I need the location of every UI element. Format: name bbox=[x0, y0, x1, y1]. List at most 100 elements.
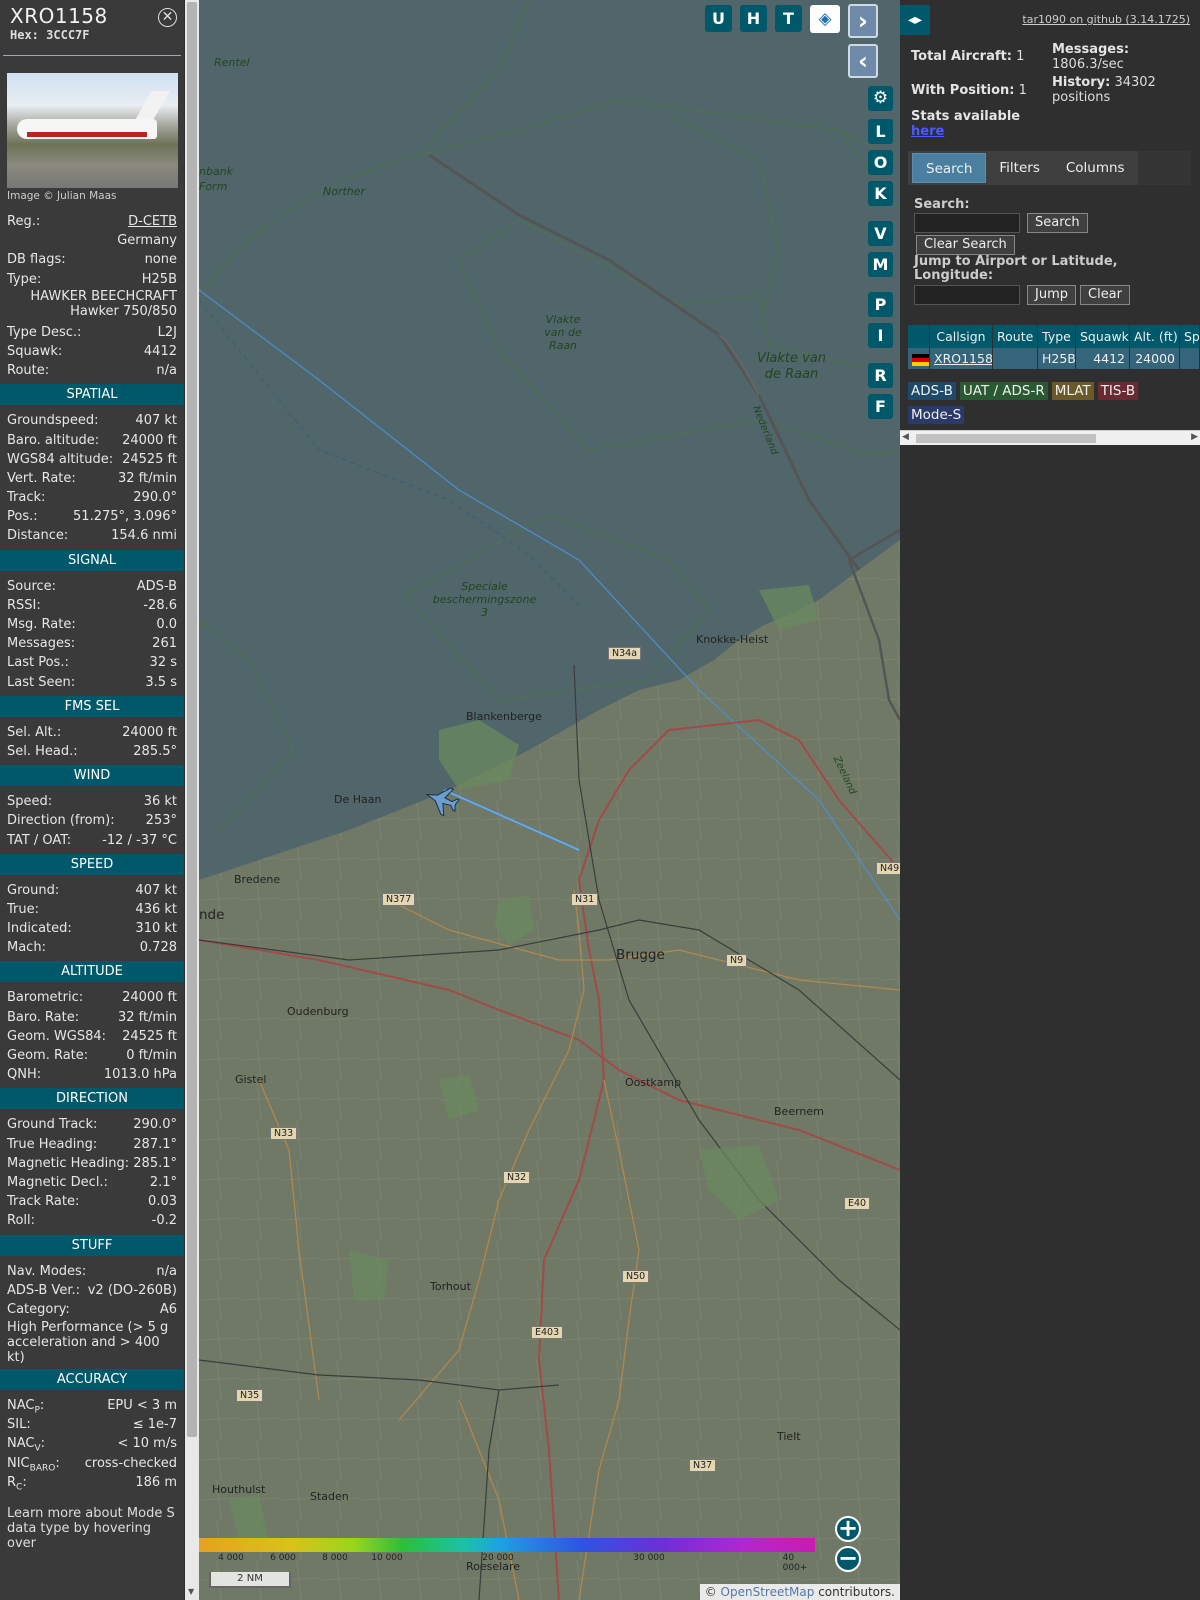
info-row: Type: H25B bbox=[0, 270, 184, 289]
section-fms-sel: FMS SEL bbox=[0, 695, 184, 717]
stats-here-link[interactable]: here bbox=[911, 124, 944, 139]
map-button-i[interactable]: I bbox=[868, 323, 893, 348]
row-value: 290.0° bbox=[133, 490, 177, 506]
sidebar-scrollbar[interactable]: ▼ bbox=[185, 0, 199, 1600]
detail-row: Magnetic Heading: 285.1° bbox=[0, 1154, 184, 1173]
row-value: 2.1° bbox=[149, 1174, 177, 1190]
row-value: n/a bbox=[156, 363, 177, 379]
search-input[interactable] bbox=[914, 213, 1020, 233]
map-button-r[interactable]: R bbox=[868, 363, 893, 388]
expand-right-icon[interactable]: › bbox=[848, 4, 878, 38]
table-horizontal-scrollbar[interactable]: ◀ ▶ bbox=[900, 430, 1200, 445]
section-wind: WIND bbox=[0, 765, 184, 787]
row-value: ≤ 1e-7 bbox=[132, 1417, 177, 1433]
jump-button[interactable]: Jump bbox=[1027, 285, 1076, 305]
collapse-left-icon[interactable]: ‹ bbox=[848, 44, 878, 78]
map-view[interactable]: Rentel Norther nbank Form Vlakte van de … bbox=[199, 0, 900, 1600]
detail-row: True Heading: 287.1° bbox=[0, 1135, 184, 1154]
clear-search-button[interactable]: Clear Search bbox=[916, 235, 1015, 255]
row-value: 24000 ft bbox=[122, 432, 177, 448]
osm-link[interactable]: OpenStreetMap bbox=[721, 1585, 815, 1599]
map-label-oostkamp: Oostkamp bbox=[625, 1076, 682, 1089]
messages-value: 1806.3/sec bbox=[1052, 57, 1124, 72]
row-label: Magnetic Decl.: bbox=[7, 1174, 108, 1190]
scrollbar-thumb[interactable] bbox=[187, 2, 197, 1437]
map-button-m[interactable]: M bbox=[868, 252, 893, 277]
map-button-o[interactable]: O bbox=[868, 150, 893, 175]
alt-tick: 4 000 bbox=[218, 1553, 244, 1563]
row-label: Mach: bbox=[7, 940, 46, 956]
tab-search[interactable]: Search bbox=[912, 153, 987, 183]
hscroll-thumb[interactable] bbox=[916, 434, 1096, 443]
label-main: NAC bbox=[7, 1398, 35, 1414]
toggle-sidebar-icon[interactable]: ◂▸ bbox=[900, 5, 930, 35]
row-value: 0.03 bbox=[148, 1194, 177, 1210]
col-route[interactable]: Route bbox=[993, 325, 1038, 348]
scroll-down-icon[interactable]: ▼ bbox=[188, 1587, 194, 1596]
col-type[interactable]: Type bbox=[1038, 325, 1076, 348]
close-icon[interactable]: ✕ bbox=[158, 8, 177, 27]
col-altitude[interactable]: Alt. (ft) bbox=[1130, 325, 1180, 348]
map-label-tielt: Tielt bbox=[777, 1430, 801, 1443]
jump-input[interactable] bbox=[914, 285, 1020, 305]
info-row: Reg.: D-CETB bbox=[0, 212, 184, 231]
clear-jump-button[interactable]: Clear bbox=[1080, 285, 1130, 305]
col-squawk[interactable]: Squawk bbox=[1076, 325, 1130, 348]
row-label: Ground Track: bbox=[7, 1117, 98, 1133]
scroll-right-icon[interactable]: ▶ bbox=[1191, 432, 1198, 442]
table-row[interactable]: XRO1158 H25B 4412 24000 bbox=[908, 348, 1200, 369]
row-label: Distance: bbox=[7, 528, 69, 544]
row-value: 24525 ft bbox=[122, 1028, 177, 1044]
zoom-out-icon[interactable]: − bbox=[835, 1546, 861, 1572]
detail-row: Geom. Rate: 0 ft/min bbox=[0, 1046, 184, 1065]
map-label-de-haan: De Haan bbox=[334, 793, 382, 806]
map-button-t[interactable]: T bbox=[775, 5, 802, 32]
map-button-k[interactable]: K bbox=[868, 181, 893, 206]
tab-columns[interactable]: Columns bbox=[1053, 151, 1138, 185]
detail-row: Distance: 154.6 nmi bbox=[0, 526, 184, 545]
section-direction: DIRECTION bbox=[0, 1088, 184, 1110]
section-altitude: ALTITUDE bbox=[0, 961, 184, 983]
scroll-left-icon[interactable]: ◀ bbox=[902, 432, 909, 442]
map-button-l[interactable]: L bbox=[868, 119, 893, 144]
row-label: Baro. Rate: bbox=[7, 1009, 80, 1025]
aircraft-photo[interactable] bbox=[7, 73, 178, 188]
tab-filters[interactable]: Filters bbox=[986, 151, 1052, 185]
row-value: 0.0 bbox=[156, 617, 177, 632]
map-button-f[interactable]: F bbox=[868, 394, 893, 419]
layers-icon[interactable]: ◈ bbox=[810, 5, 840, 33]
row-value: Germany bbox=[117, 233, 177, 249]
detail-row: RSSI: -28.6 bbox=[0, 596, 184, 615]
row-value: 290.0° bbox=[133, 1117, 177, 1133]
road-e40: E40 bbox=[844, 1197, 871, 1210]
detail-row: Roll: -0.2 bbox=[0, 1211, 184, 1230]
row-value: 24525 ft bbox=[122, 451, 177, 467]
map-button-p[interactable]: P bbox=[868, 292, 893, 317]
row-label: Magnetic Heading: bbox=[7, 1155, 130, 1171]
detail-row: Magnetic Decl.: 2.1° bbox=[0, 1173, 184, 1192]
col-speed[interactable]: Sp bbox=[1180, 325, 1200, 348]
detail-row: Mach: 0.728 bbox=[0, 938, 184, 957]
github-link[interactable]: tar1090 on github (3.14.1725) bbox=[1022, 13, 1190, 26]
search-button[interactable]: Search bbox=[1027, 213, 1088, 233]
map-label-rentel: Rentel bbox=[214, 56, 250, 69]
row-label: Last Pos.: bbox=[7, 655, 69, 671]
map-button-u[interactable]: U bbox=[705, 5, 732, 32]
map-button-v[interactable]: V bbox=[868, 221, 893, 246]
total-aircraft: Total Aircraft: 1 bbox=[911, 49, 1024, 64]
jump-label: Jump to Airport or Latitude, Longitude: bbox=[914, 254, 1118, 283]
map-button-h[interactable]: H bbox=[740, 5, 767, 32]
row-squawk: 4412 bbox=[1076, 348, 1130, 369]
detail-row: Category: A6 bbox=[0, 1300, 184, 1319]
row-value: EPU < 3 m bbox=[107, 1398, 177, 1414]
settings-gear-icon[interactable]: ⚙ bbox=[868, 86, 893, 111]
zoom-in-icon[interactable]: + bbox=[835, 1516, 861, 1542]
row-callsign[interactable]: XRO1158 bbox=[930, 348, 993, 369]
detail-row: Groundspeed: 407 kt bbox=[0, 411, 184, 430]
label-main: R bbox=[7, 1474, 17, 1490]
registration-link[interactable]: D-CETB bbox=[128, 214, 177, 229]
source-badge: UAT / ADS-R bbox=[959, 382, 1048, 400]
map-label-vlakte-2: Vlakte van de Raan bbox=[756, 351, 827, 382]
aircraft-list-panel: ◂▸ tar1090 on github (3.14.1725) Total A… bbox=[900, 0, 1200, 1600]
col-callsign[interactable]: Callsign bbox=[930, 325, 993, 348]
